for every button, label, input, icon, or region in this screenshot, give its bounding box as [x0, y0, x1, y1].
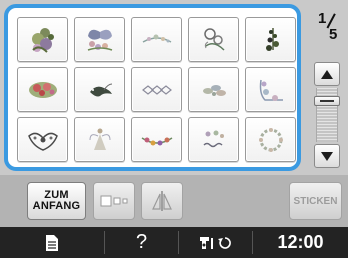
pattern-cell-5[interactable] — [245, 17, 296, 62]
clock-time: 12:00 — [277, 232, 324, 252]
pattern-cell-11[interactable] — [17, 117, 68, 162]
pattern-cell-12[interactable] — [74, 117, 125, 162]
diamond-border-icon — [141, 84, 172, 95]
help-icon: ? — [135, 231, 148, 253]
pattern-cell-10[interactable] — [245, 67, 296, 112]
corner-bouquet-icon — [259, 79, 283, 101]
pattern-cell-8[interactable] — [131, 67, 182, 112]
help-button[interactable]: ? — [105, 227, 178, 258]
bird-icon — [89, 83, 112, 96]
scroll-thumb[interactable] — [314, 96, 340, 106]
pattern-grid — [17, 17, 296, 162]
document-icon — [46, 234, 58, 251]
pattern-cell-13[interactable] — [131, 117, 182, 162]
status-bar: ? 12:00 — [0, 227, 348, 258]
page-indicator: 1 5 — [308, 10, 345, 46]
rose-sprig-icon — [203, 27, 225, 51]
zum-anfang-label-line2: ANFANG — [32, 200, 81, 212]
red-flower-garland-icon — [28, 81, 57, 98]
layout-button[interactable] — [93, 182, 135, 220]
pattern-grid-frame — [4, 4, 301, 171]
mirror-button[interactable] — [141, 182, 183, 220]
pattern-cell-4[interactable] — [188, 17, 239, 62]
floral-wreath-icon — [258, 127, 283, 152]
action-bar: ZUM ANFANG STICKEN — [0, 175, 348, 227]
page-total: 5 — [329, 26, 338, 43]
hoop-status[interactable] — [179, 227, 252, 258]
bear-with-flowers-icon — [31, 27, 54, 53]
pattern-cell-15[interactable] — [245, 117, 296, 162]
spring-lettering-icon — [202, 130, 224, 147]
clock: 12:00 — [253, 227, 348, 258]
flower-swag-icon — [141, 136, 172, 145]
sticken-button[interactable]: STICKEN — [289, 182, 342, 220]
needle-hoop-icon — [199, 236, 231, 249]
butterfly-flowers-icon — [87, 29, 112, 51]
arrow-up-icon — [321, 69, 333, 79]
pattern-cell-14[interactable] — [188, 117, 239, 162]
page-navigation: 1 5 — [308, 4, 345, 172]
pattern-cell-3[interactable] — [131, 17, 182, 62]
leaf-cluster-icon — [202, 84, 226, 96]
pattern-cell-9[interactable] — [188, 67, 239, 112]
fairy-figure-icon — [89, 128, 110, 150]
pattern-cell-6[interactable] — [17, 67, 68, 112]
berry-branch-icon — [265, 27, 279, 51]
mirror-icon — [152, 191, 172, 211]
pattern-cell-1[interactable] — [17, 17, 68, 62]
layout-squares-icon — [100, 195, 128, 207]
scroll-up-button[interactable] — [314, 62, 340, 86]
sticken-label: STICKEN — [293, 195, 338, 207]
settings-button[interactable] — [0, 227, 104, 258]
lace-ornament-icon — [27, 132, 58, 151]
floral-spray-icon — [142, 34, 171, 43]
scroll-down-button[interactable] — [314, 144, 340, 168]
pattern-cell-2[interactable] — [74, 17, 125, 62]
arrow-down-icon — [321, 151, 333, 161]
zum-anfang-button[interactable]: ZUM ANFANG — [27, 182, 86, 220]
pattern-cell-7[interactable] — [74, 67, 125, 112]
